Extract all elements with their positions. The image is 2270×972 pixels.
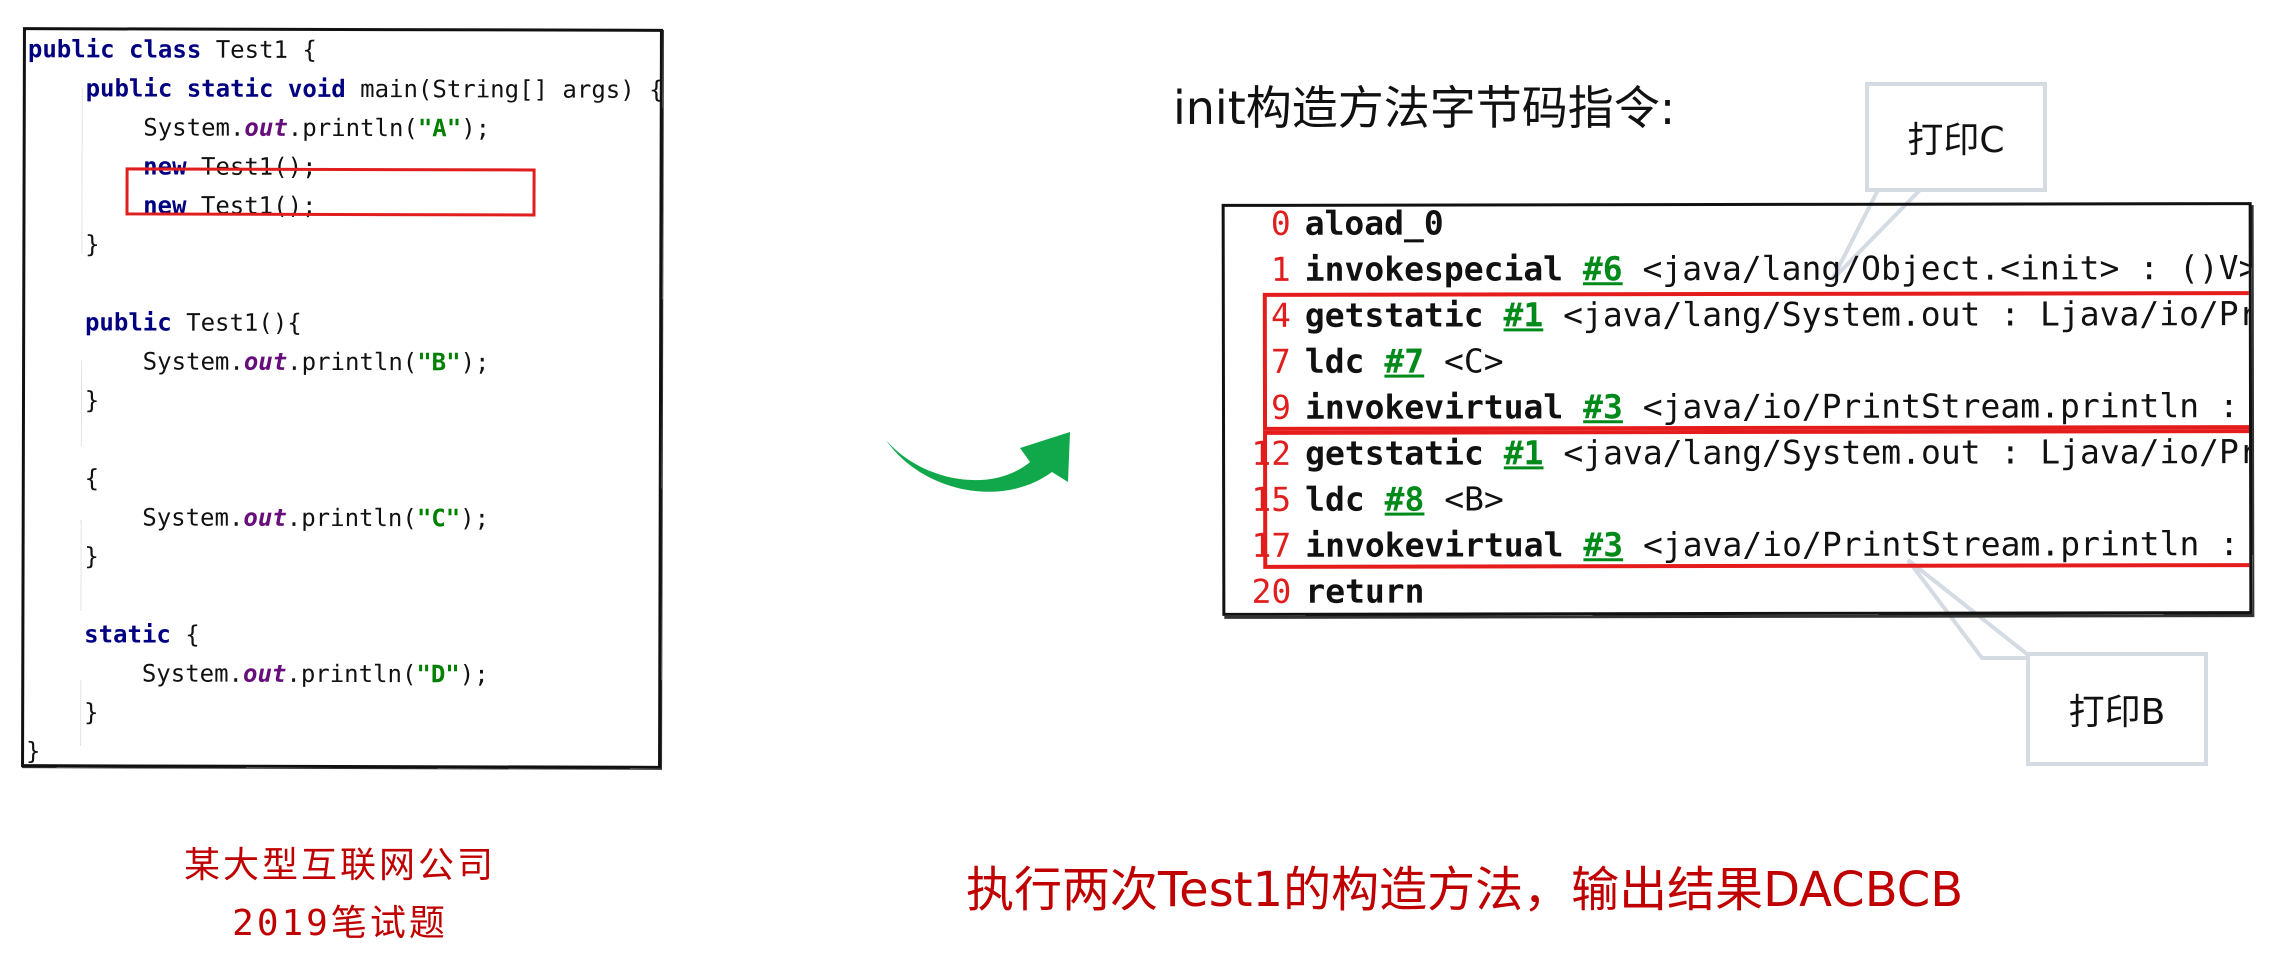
bytecode-row: 0 aload_0 (1225, 202, 1444, 247)
code-keyword: public static void (27, 74, 361, 104)
code-text: Test1 { (215, 35, 317, 64)
code-text: { (26, 464, 100, 493)
constant-pool-ref-link[interactable]: #6 (1583, 249, 1623, 288)
code-text: } (27, 230, 100, 259)
code-field: out (244, 113, 288, 142)
code-line: { (26, 463, 100, 493)
bytecode-rows: 0 aload_0 1 invokespecial #6 <java/lang/Obj… (1225, 204, 2252, 611)
callout-print-b: 打印B (2026, 652, 2208, 766)
curved-arrow-icon (886, 432, 1070, 492)
bytecode-operand: <java/lang/Object.<init> : ()V> (1642, 248, 2253, 289)
code-text: System. (27, 113, 245, 142)
bytecode-opcode: invokespecial (1304, 249, 1564, 289)
print-b-highlight-box (1263, 429, 2253, 569)
code-line: public static void main(String[] args) { (28, 73, 664, 105)
code-string: "A" (417, 114, 462, 143)
code-line: } (27, 229, 100, 259)
bytecode-row: 1 invokespecial #6 <java/lang/Object.<ini… (1225, 245, 2253, 293)
code-line: } (26, 736, 41, 766)
code-text: main(String[] args) { (360, 75, 664, 104)
code-text: } (26, 542, 99, 571)
code-line: static { (26, 619, 200, 649)
code-line: System.out.println("B"); (27, 346, 490, 377)
code-string: "D" (416, 660, 460, 689)
caption-left-line2: 2019笔试题 (232, 903, 448, 944)
print-c-highlight-box (1262, 291, 2253, 431)
code-text: .println( (286, 503, 417, 533)
code-line: System.out.println("C"); (27, 502, 489, 533)
code-line: public class Test1 { (28, 34, 317, 65)
code-lines: public class Test1 { public static void … (26, 30, 664, 765)
callout-print-c: 打印C (1865, 82, 2047, 192)
code-field: out (242, 659, 287, 688)
code-text: { (185, 620, 200, 649)
code-line: } (26, 385, 100, 415)
code-panel: public class Test1 { public static void … (21, 27, 664, 769)
bytecode-panel: 0 aload_0 1 invokespecial #6 <java/lang/Obj… (1221, 202, 2253, 616)
code-text: ); (460, 348, 490, 377)
code-string: "C" (416, 504, 461, 533)
code-text: } (26, 737, 41, 766)
code-text: .println( (286, 659, 417, 689)
code-line: } (26, 697, 99, 727)
code-text: System. (26, 503, 244, 532)
code-keyword: static (26, 620, 186, 649)
bytecode-row: 20 return (1225, 569, 1425, 615)
code-text: ); (459, 660, 489, 689)
code-text: } (26, 386, 100, 415)
code-keyword: public class (27, 35, 216, 64)
code-text: .println( (287, 113, 418, 143)
code-text: System. (27, 347, 244, 376)
code-line: public Test1(){ (27, 307, 302, 338)
code-string: "B" (417, 348, 461, 377)
caption-left-line1: 某大型互联网公司 (183, 845, 496, 886)
bytecode-offset: 20 (1251, 571, 1292, 611)
new-test1-highlight-box (125, 167, 536, 217)
code-text: Test1(){ (186, 308, 302, 337)
code-text: System. (26, 659, 244, 688)
bytecode-offset: 0 (1270, 203, 1291, 243)
code-line: System.out.println("D"); (26, 658, 489, 689)
code-text: ); (461, 114, 491, 143)
bytecode-opcode: return (1305, 571, 1425, 611)
bytecode-opcode: aload_0 (1304, 203, 1444, 243)
code-line: } (27, 541, 99, 571)
code-line: System.out.println("A"); (28, 112, 490, 143)
bytecode-heading: init构造方法字节码指令: (1173, 81, 1676, 135)
code-text: ); (460, 504, 490, 533)
caption-left: 某大型互联网公司 2019笔试题 (130, 836, 550, 946)
code-text: } (26, 698, 99, 727)
code-keyword: public (27, 308, 187, 337)
code-field: out (243, 347, 288, 376)
code-text: .println( (287, 347, 418, 377)
code-field: out (243, 503, 287, 532)
bytecode-offset: 1 (1270, 249, 1291, 289)
caption-right: 执行两次Test1的构造方法，输出结果DACBCB (966, 862, 1964, 918)
